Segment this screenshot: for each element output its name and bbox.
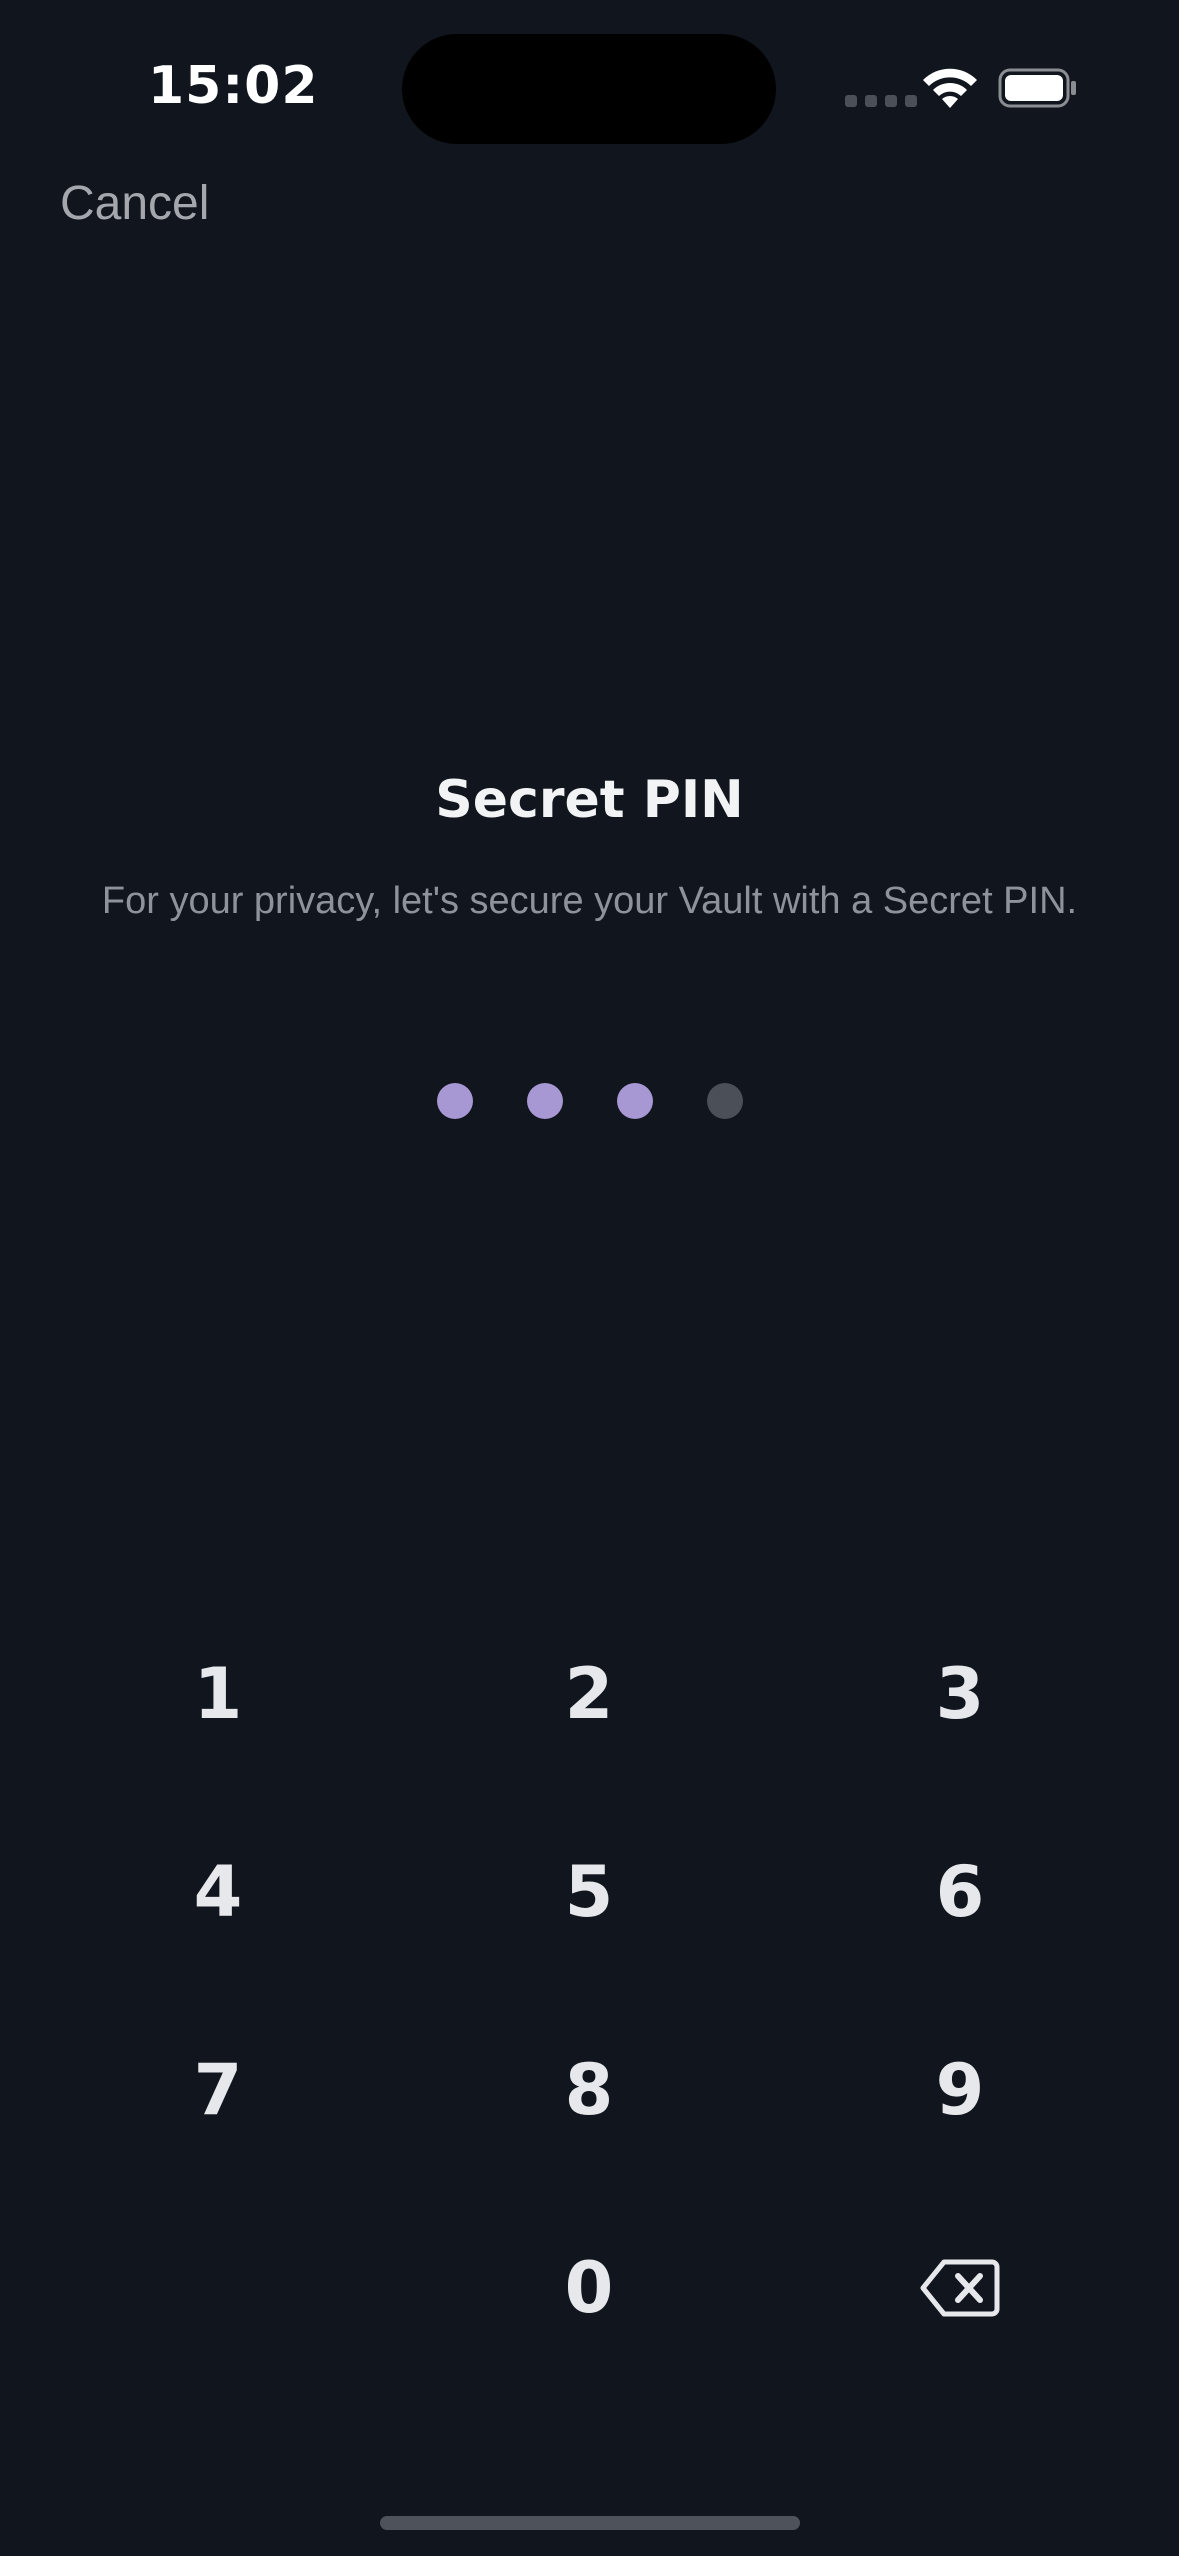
page-subtitle: For your privacy, let's secure your Vaul… bbox=[101, 880, 1078, 922]
keypad-key-2[interactable]: 2 bbox=[469, 1614, 709, 1774]
cancel-button[interactable]: Cancel bbox=[60, 176, 209, 231]
status-time: 15:02 bbox=[148, 56, 319, 116]
home-indicator[interactable] bbox=[380, 2516, 800, 2530]
pin-dot-empty bbox=[706, 1083, 743, 1119]
keypad-key-0[interactable]: 0 bbox=[469, 2208, 709, 2368]
pin-dot-filled bbox=[436, 1083, 473, 1119]
keypad-key-1[interactable]: 1 bbox=[98, 1614, 338, 1774]
keypad-key-6[interactable]: 6 bbox=[840, 1812, 1080, 1972]
keypad-key-7[interactable]: 7 bbox=[98, 2010, 338, 2170]
keypad-key-5[interactable]: 5 bbox=[469, 1812, 709, 1972]
keypad-key-4[interactable]: 4 bbox=[98, 1812, 338, 1972]
pin-dot-filled bbox=[526, 1083, 563, 1119]
backspace-icon bbox=[920, 2259, 1000, 2317]
battery-icon bbox=[998, 68, 1076, 108]
keypad-key-3[interactable]: 3 bbox=[840, 1614, 1080, 1774]
keypad-key-9[interactable]: 9 bbox=[840, 2010, 1080, 2170]
delete-button[interactable] bbox=[840, 2208, 1080, 2368]
page-title: Secret PIN bbox=[435, 770, 744, 830]
keypad-key-8[interactable]: 8 bbox=[469, 2010, 709, 2170]
status-bar: 15:02 bbox=[0, 0, 1179, 170]
dynamic-island bbox=[402, 34, 776, 144]
pin-indicator bbox=[0, 1083, 1179, 1119]
wifi-icon bbox=[923, 68, 977, 108]
pin-dot-filled bbox=[616, 1083, 653, 1119]
signal-bars-icon bbox=[845, 95, 917, 107]
